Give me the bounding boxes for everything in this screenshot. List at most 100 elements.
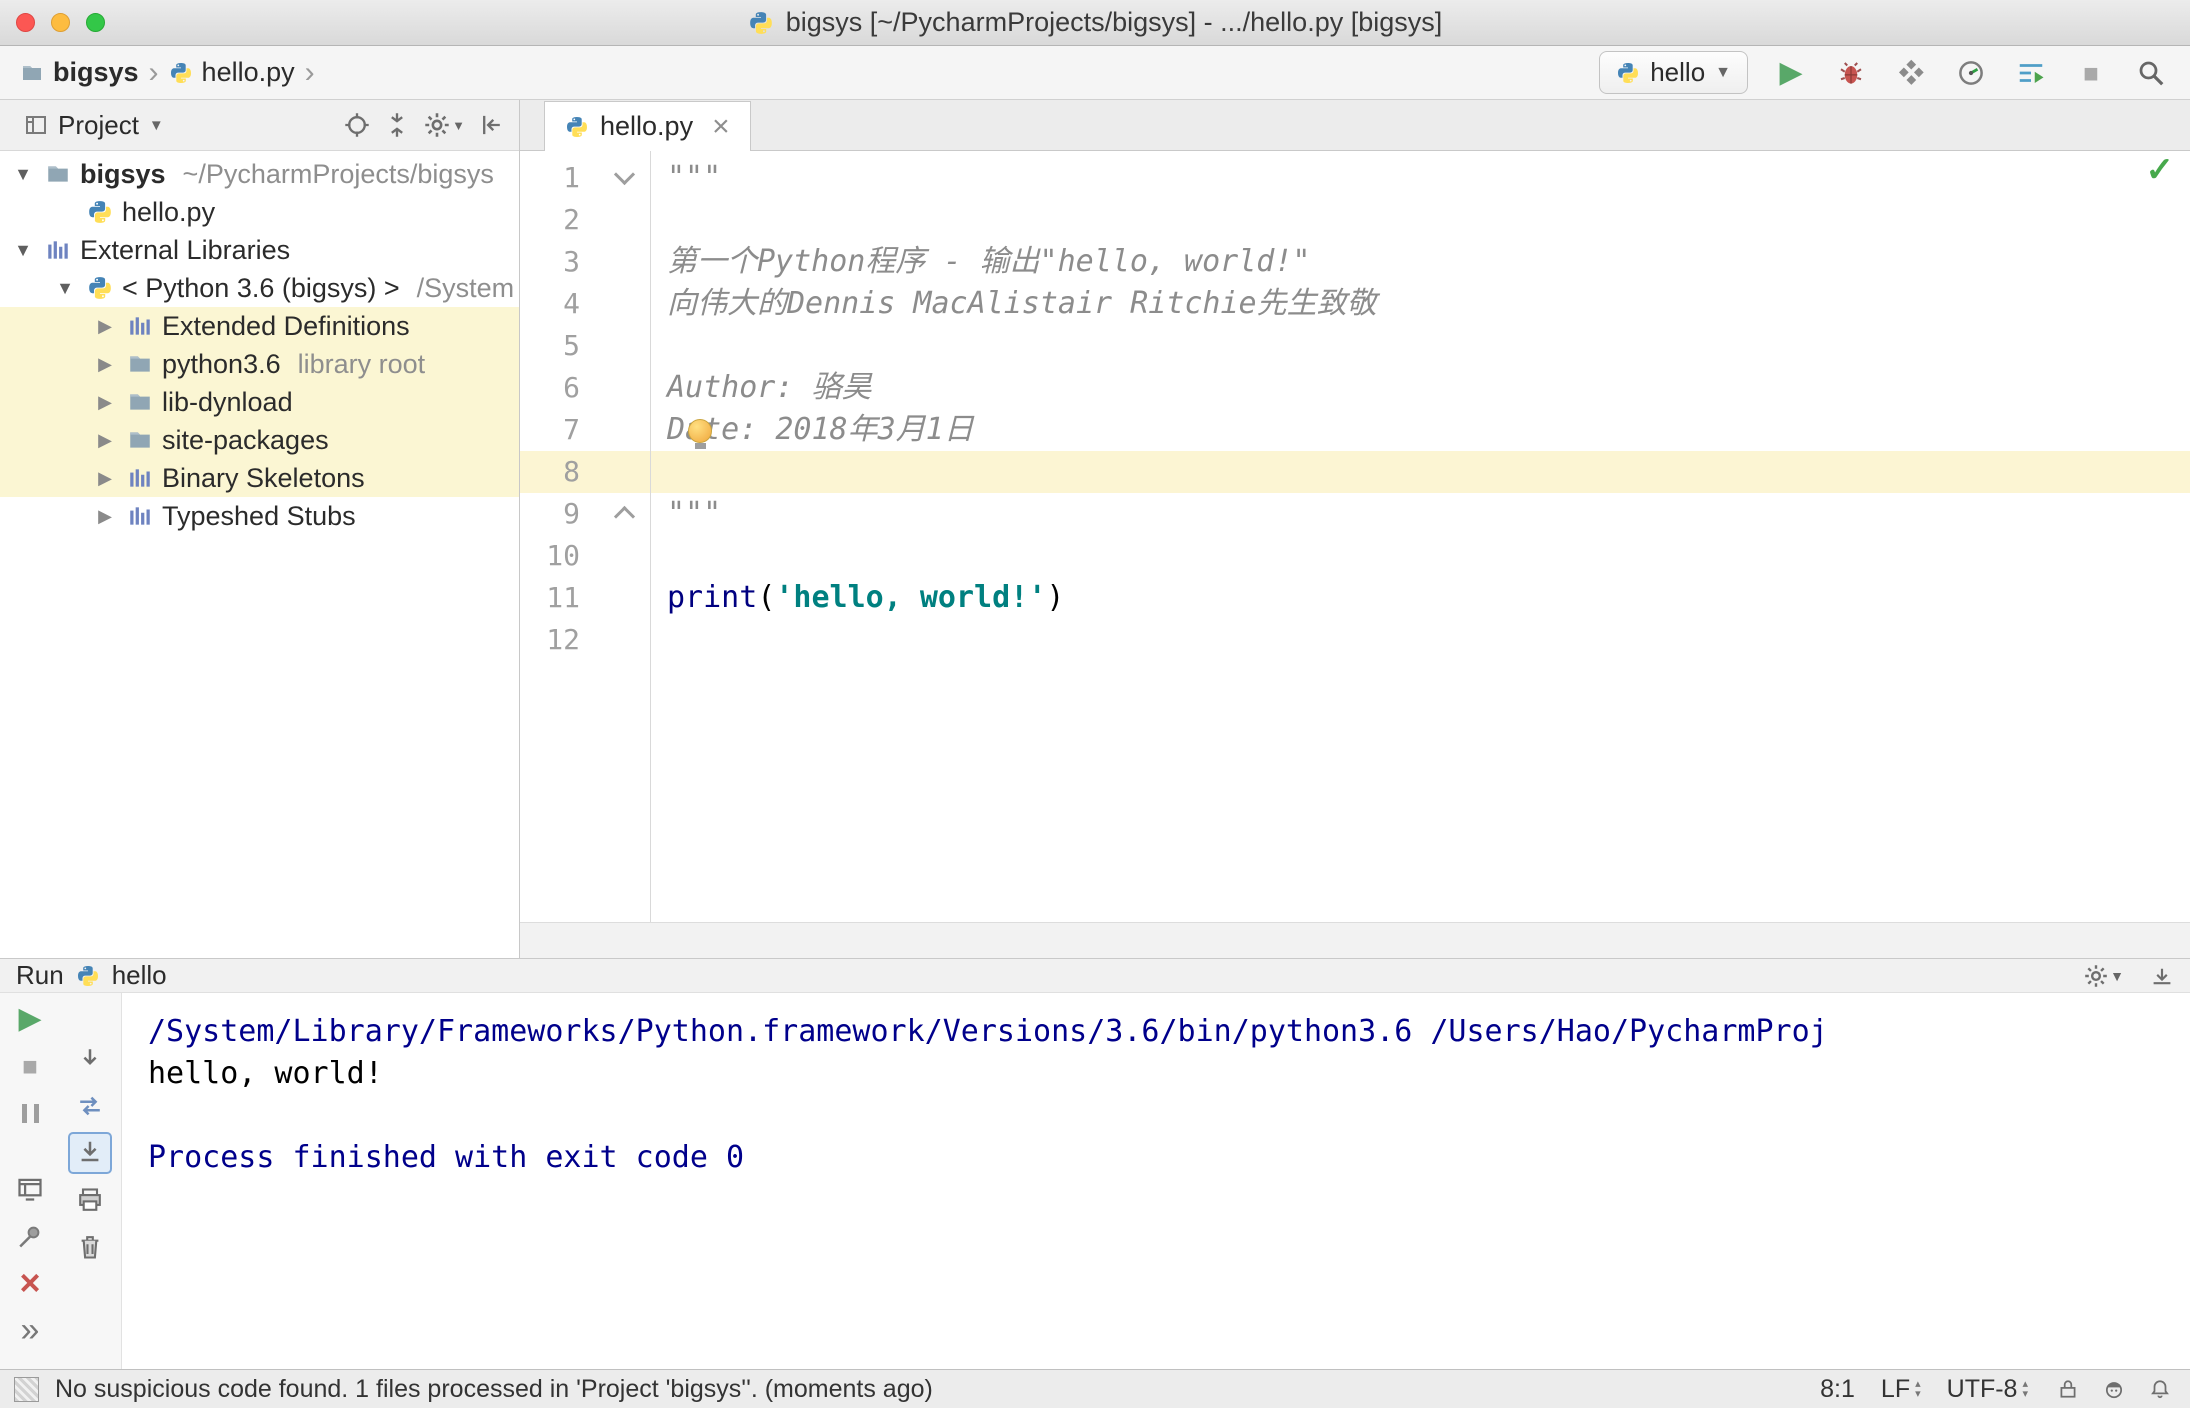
line-number: 4	[563, 287, 580, 320]
zoom-window-button[interactable]	[86, 13, 105, 32]
tree-item-label: site-packages	[162, 424, 329, 455]
tree-row-external-libraries[interactable]: ▼ External Libraries	[0, 231, 519, 269]
event-log-icon[interactable]	[2144, 1373, 2176, 1405]
profiler-button[interactable]	[1952, 54, 1990, 92]
tree-row-python3-6[interactable]: ▶ python3.6 library root	[0, 345, 519, 383]
breadcrumb-file[interactable]: hello.py	[169, 57, 295, 88]
encoding-widget[interactable]: UTF-8 ▴ ▾	[1947, 1375, 2028, 1404]
editor-line-1[interactable]: 1 """	[520, 157, 2190, 199]
line-separator-widget[interactable]: LF ▴ ▾	[1881, 1375, 1921, 1404]
toggle-toolwindow-bars-button[interactable]	[14, 1376, 39, 1402]
minimize-window-button[interactable]	[51, 13, 70, 32]
rerun-button[interactable]: ▶	[8, 998, 52, 1040]
breadcrumb-project[interactable]: bigsys	[20, 57, 139, 88]
gutter-space	[580, 367, 650, 409]
editor-line-5[interactable]: 5	[520, 325, 2190, 367]
editor-line-11[interactable]: 11 print('hello, world!')	[520, 577, 2190, 619]
project-panel-toolbar: ▼	[344, 106, 505, 144]
editor-horizontal-scrollbar[interactable]	[520, 922, 2190, 958]
tree-row-bigsys[interactable]: ▼ bigsys ~/PycharmProjects/bigsys	[0, 155, 519, 193]
project-view-selector[interactable]: Project ▼	[14, 110, 164, 141]
gutter-space	[580, 409, 650, 451]
restore-layout-button[interactable]	[8, 1168, 52, 1210]
editor-area: hello.py × 1 """ 2 3 第一个Python程序 - 输出"hello,…	[520, 100, 2190, 958]
inspections-ok-icon[interactable]: ✓	[2146, 153, 2175, 188]
editor-line-12[interactable]: 12	[520, 619, 2190, 661]
locate-button[interactable]	[344, 106, 370, 144]
close-tab-icon[interactable]: ×	[712, 111, 730, 142]
caret-position-widget[interactable]: 8:1	[1820, 1375, 1855, 1404]
line-number: 8	[563, 455, 580, 488]
tree-row-binary-skeletons[interactable]: ▶ Binary Skeletons	[0, 459, 519, 497]
fold-marker-icon[interactable]	[580, 157, 650, 199]
editor-line-3[interactable]: 3 第一个Python程序 - 输出"hello, world!"	[520, 241, 2190, 283]
editor-line-2[interactable]: 2	[520, 199, 2190, 241]
close-button[interactable]: ×	[8, 1262, 52, 1304]
close-window-button[interactable]	[16, 13, 35, 32]
scroll-to-end-button[interactable]	[68, 1132, 112, 1174]
editor-tab-hello-py[interactable]: hello.py ×	[544, 101, 751, 151]
stop-button[interactable]: ■	[2072, 54, 2110, 92]
intention-bulb-icon[interactable]	[688, 419, 712, 449]
run-panel-title: Run	[16, 960, 64, 990]
coverage-button[interactable]	[1892, 54, 1930, 92]
tree-row-site-packages[interactable]: ▶ site-packages	[0, 421, 519, 459]
line-number: 9	[563, 497, 580, 530]
console-button[interactable]	[2012, 54, 2050, 92]
run-panel-header: Run hello ▼	[0, 958, 2190, 993]
editor-line-9[interactable]: 9 """	[520, 493, 2190, 535]
down-stack-trace-button[interactable]	[68, 1038, 112, 1080]
pause-output-button[interactable]	[8, 1092, 52, 1134]
chevron-collapsed-icon[interactable]: ▶	[92, 468, 118, 489]
collapse-all-button[interactable]	[384, 106, 410, 144]
readonly-lock-icon[interactable]	[2052, 1373, 2084, 1405]
breadcrumbs: bigsys › hello.py ›	[20, 57, 315, 88]
soft-wrap-button[interactable]	[68, 1085, 112, 1127]
chevron-down-icon: ▼	[1715, 63, 1731, 81]
stop-button[interactable]: ■	[8, 1045, 52, 1087]
editor-line-8[interactable]: 8	[520, 451, 2190, 493]
print-button[interactable]	[68, 1179, 112, 1221]
run-toolbar-column-1: ▶ ■ × »	[0, 993, 60, 1369]
more-options-button[interactable]: »	[8, 1309, 52, 1351]
pycharm-app-icon	[748, 10, 774, 36]
tree-row-typeshed-stubs[interactable]: ▶ Typeshed Stubs	[0, 497, 519, 535]
line-number: 2	[563, 203, 580, 236]
clear-all-button[interactable]	[68, 1226, 112, 1268]
chevron-collapsed-icon[interactable]: ▶	[92, 316, 118, 337]
editor-body[interactable]: 1 """ 2 3 第一个Python程序 - 输出"hello, world!" 4 向伟…	[520, 151, 2190, 922]
highlighting-level-icon[interactable]	[2098, 1373, 2130, 1405]
run-configuration-select[interactable]: hello ▼	[1599, 51, 1748, 94]
tree-row-hello-py[interactable]: hello.py	[0, 193, 519, 231]
search-everywhere-button[interactable]	[2132, 54, 2170, 92]
hide-panel-button[interactable]	[479, 106, 505, 144]
chevron-collapsed-icon[interactable]: ▶	[92, 354, 118, 375]
tree-row-python-3-6-bigsys[interactable]: ▼ < Python 3.6 (bigsys) > /System	[0, 269, 519, 307]
editor-line-6[interactable]: 6 Author: 骆昊	[520, 367, 2190, 409]
chevron-collapsed-icon[interactable]: ▶	[92, 430, 118, 451]
settings-button[interactable]: ▼	[424, 106, 465, 144]
chevron-expanded-icon[interactable]: ▼	[10, 240, 36, 261]
line-number: 7	[563, 413, 580, 446]
editor-line-4[interactable]: 4 向伟大的Dennis MacAlistair Ritchie先生致敬	[520, 283, 2190, 325]
editor-line-7[interactable]: 7 Date: 2018年3月1日	[520, 409, 2190, 451]
chevron-expanded-icon[interactable]: ▼	[10, 164, 36, 185]
run-console-output[interactable]: /System/Library/Frameworks/Python.framew…	[122, 993, 2190, 1369]
code-text: 向伟大的Dennis MacAlistair Ritchie先生致敬	[667, 286, 1377, 321]
chevron-expanded-icon[interactable]: ▼	[52, 278, 78, 299]
run-button[interactable]: ▶	[1772, 54, 1810, 92]
pin-tab-button[interactable]	[8, 1215, 52, 1257]
run-panel-settings-button[interactable]: ▼	[2084, 960, 2124, 992]
fold-marker-icon[interactable]	[580, 493, 650, 535]
chevron-collapsed-icon[interactable]: ▶	[92, 506, 118, 527]
breadcrumb-label: bigsys	[53, 57, 139, 87]
chevron-collapsed-icon[interactable]: ▶	[92, 392, 118, 413]
tree-row-extended-definitions[interactable]: ▶ Extended Definitions	[0, 307, 519, 345]
status-message: No suspicious code found. 1 files proces…	[55, 1374, 933, 1403]
chevron-right-icon: ›	[304, 55, 315, 89]
debug-button[interactable]	[1832, 54, 1870, 92]
hide-run-panel-button[interactable]	[2150, 960, 2174, 992]
tree-row-lib-dynload[interactable]: ▶ lib-dynload	[0, 383, 519, 421]
folder-icon	[127, 351, 153, 377]
editor-line-10[interactable]: 10	[520, 535, 2190, 577]
